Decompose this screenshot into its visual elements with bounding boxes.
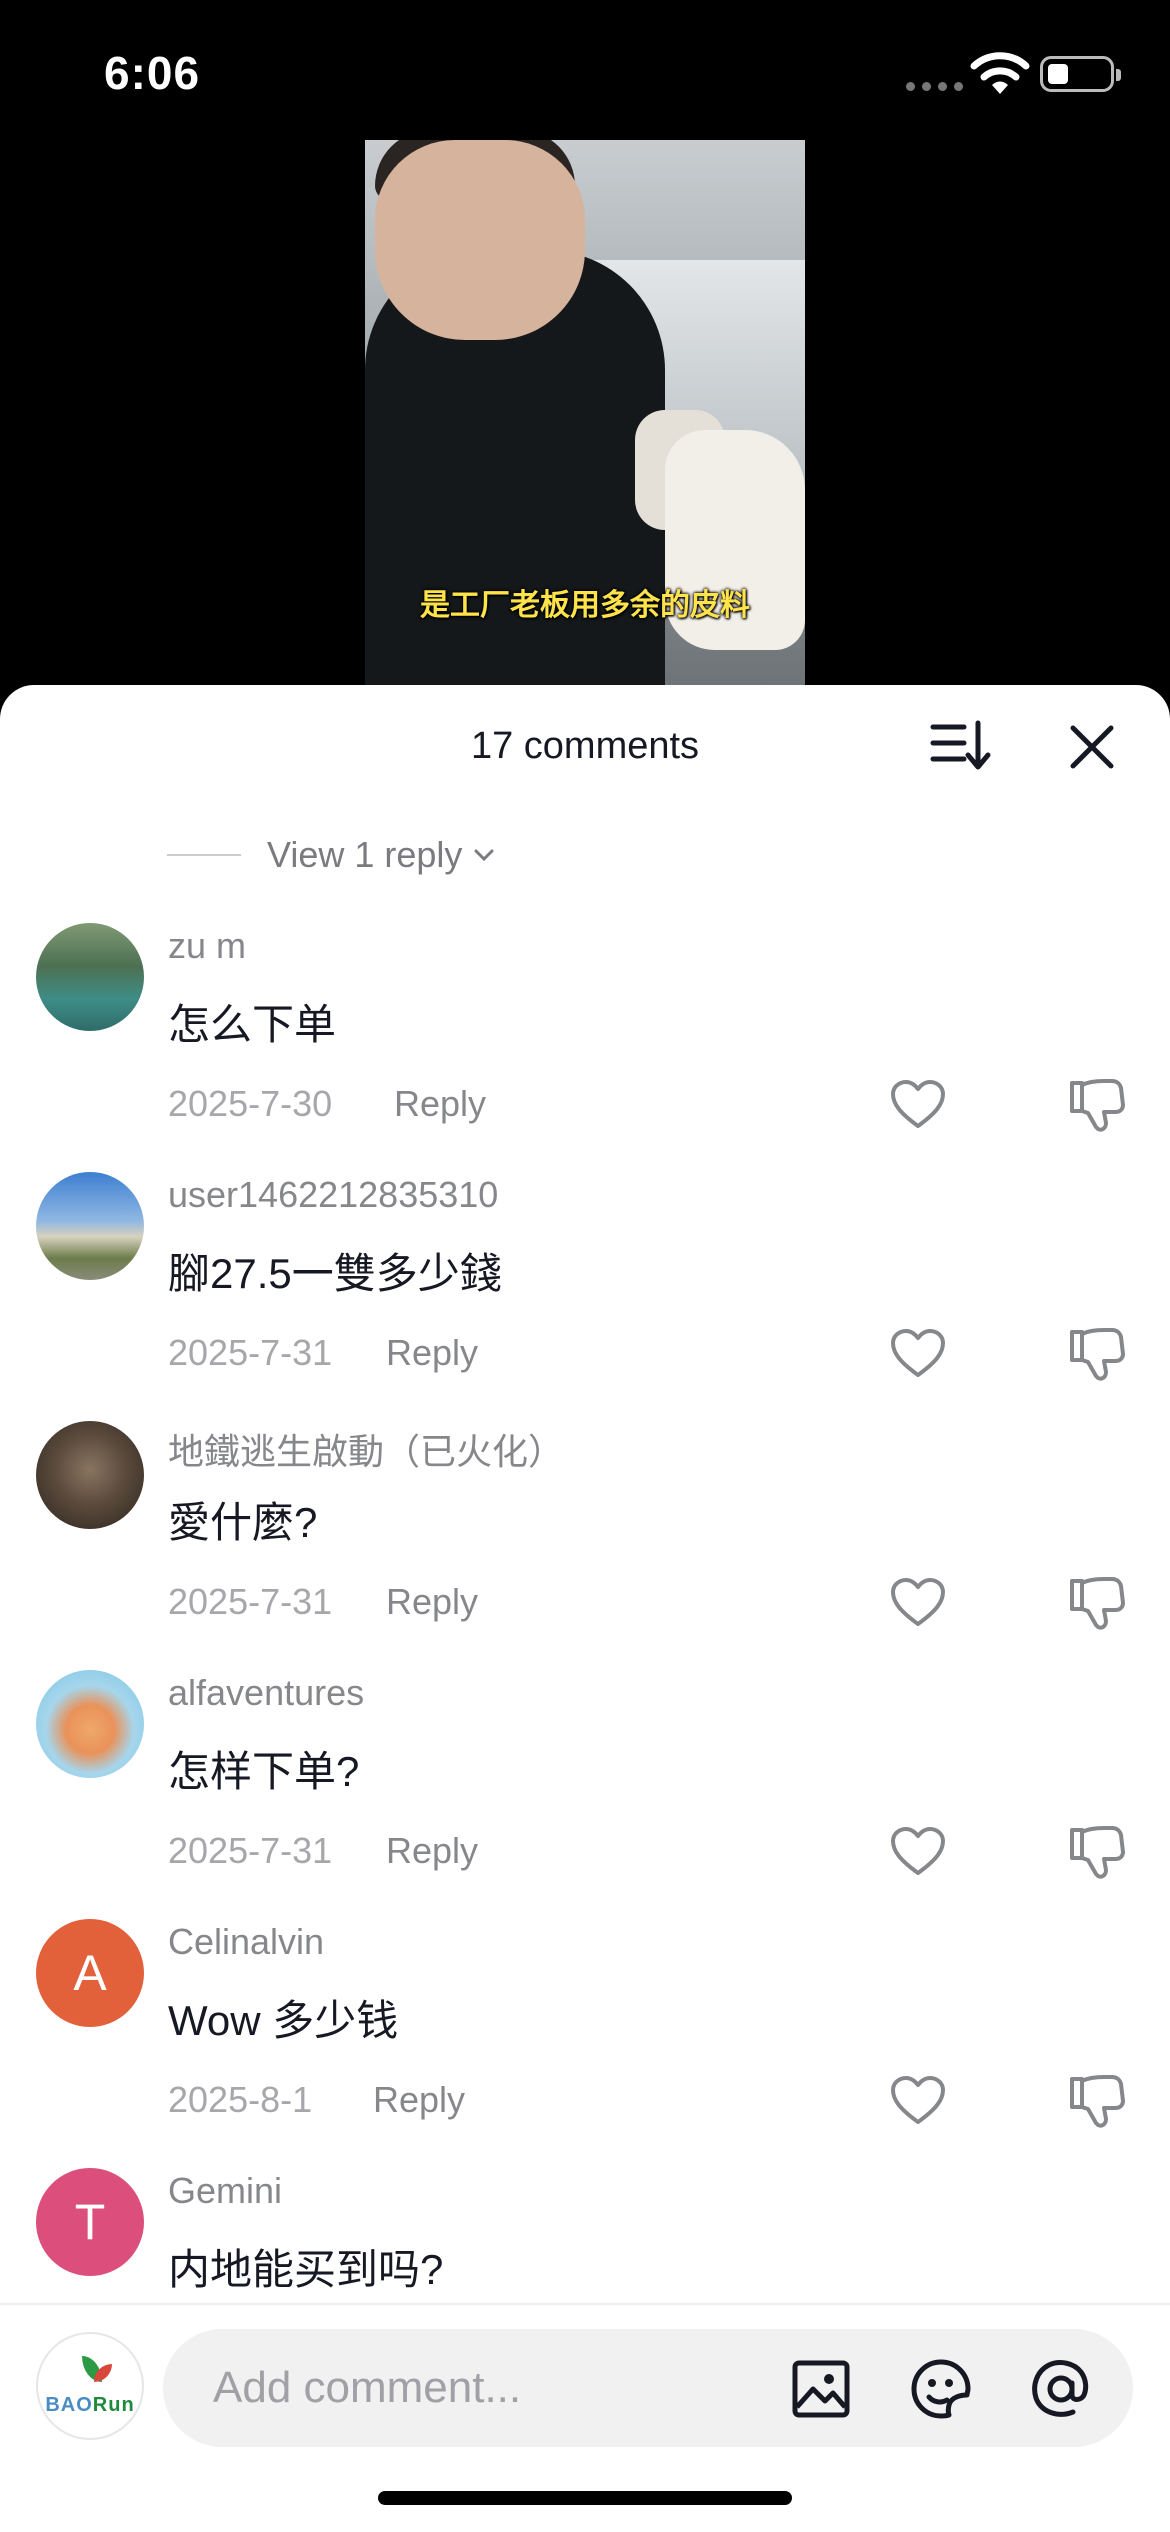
dislike-icon[interactable]	[1068, 1326, 1126, 1382]
avatar[interactable]: A	[36, 1919, 144, 2027]
comment-item: A Celinalvin Wow 多少钱 2025-8-1 Reply	[0, 1919, 1170, 2168]
avatar[interactable]	[36, 1172, 144, 1280]
avatar[interactable]: T	[36, 2168, 144, 2276]
dislike-icon[interactable]	[1068, 1575, 1126, 1631]
chevron-down-icon	[474, 849, 494, 862]
comments-count-title: 17 comments	[470, 725, 700, 767]
cellular-signal-icon	[906, 82, 963, 91]
dislike-icon[interactable]	[1068, 2073, 1126, 2129]
reply-button[interactable]: Reply	[394, 1083, 486, 1125]
comment-username[interactable]: alfaventures	[168, 1672, 364, 1714]
avatar[interactable]	[36, 1670, 144, 1778]
video-subtitle: 是工厂老板用多余的皮料	[420, 589, 750, 622]
comment-text: 腳27.5一雙多少錢	[168, 1250, 502, 1297]
comment-input[interactable]	[213, 2329, 753, 2447]
comment-username[interactable]: zu m	[168, 925, 246, 967]
reply-button[interactable]: Reply	[386, 1332, 478, 1374]
home-indicator[interactable]	[378, 2491, 792, 2505]
comment-username[interactable]: user1462212835310	[168, 1174, 498, 1216]
comment-username[interactable]: 地鐵逃生啟動（已火化）	[168, 1423, 564, 1475]
sort-icon[interactable]	[930, 715, 992, 775]
view-replies-button[interactable]: View 1 reply	[167, 825, 496, 885]
mention-icon[interactable]	[1029, 2357, 1093, 2421]
comments-sheet: 17 comments View 1 reply zu m 怎么下单 2025-…	[0, 685, 1170, 2532]
heart-icon[interactable]	[890, 1577, 946, 1629]
comment-text: 内地能买到吗?	[168, 2246, 444, 2293]
reply-button[interactable]: Reply	[386, 1581, 478, 1623]
heart-icon[interactable]	[890, 1079, 946, 1131]
status-time: 6:06	[104, 47, 201, 99]
heart-icon[interactable]	[890, 1328, 946, 1380]
comment-date: 2025-8-1	[168, 2079, 313, 2120]
comment-composer: BAORun	[0, 2303, 1170, 2532]
reply-button[interactable]: Reply	[386, 1830, 478, 1872]
heart-icon[interactable]	[890, 1826, 946, 1878]
comment-username[interactable]: Celinalvin	[168, 1921, 324, 1963]
comment-input-container[interactable]	[163, 2329, 1133, 2447]
dislike-icon[interactable]	[1068, 1824, 1126, 1880]
avatar[interactable]	[36, 923, 144, 1031]
heart-icon[interactable]	[890, 2075, 946, 2127]
comment-text: 怎么下单	[168, 1001, 337, 1048]
comment-item: 地鐵逃生啟動（已火化） 愛什麼? 2025-7-31 Reply	[0, 1421, 1170, 1670]
image-icon[interactable]	[789, 2357, 853, 2421]
comment-date: 2025-7-31	[168, 1581, 333, 1622]
close-icon[interactable]	[1065, 720, 1119, 774]
avatar[interactable]	[36, 1421, 144, 1529]
reply-button[interactable]: Reply	[373, 2079, 465, 2121]
comment-text: Wow 多少钱	[168, 1997, 399, 2044]
video-player[interactable]: 是工厂老板用多余的皮料	[365, 140, 805, 685]
current-user-avatar[interactable]: BAORun	[36, 2332, 144, 2440]
status-bar: 6:06	[0, 0, 1170, 140]
comment-text: 怎样下单?	[168, 1748, 360, 1795]
battery-icon	[1040, 56, 1121, 92]
comment-item: zu m 怎么下单 2025-7-30 Reply	[0, 923, 1170, 1172]
brand-logo-text: BAORun	[45, 2394, 135, 2416]
comment-date: 2025-7-31	[168, 1332, 333, 1373]
comment-item: T Gemini 内地能买到吗?	[0, 2168, 1170, 2302]
wifi-icon	[970, 52, 1030, 94]
sticker-icon[interactable]	[909, 2357, 973, 2421]
comment-text: 愛什麼?	[168, 1499, 318, 1546]
comment-date: 2025-7-31	[168, 1830, 333, 1871]
view-replies-label: View 1 reply	[267, 834, 463, 875]
comment-item: user1462212835310 腳27.5一雙多少錢 2025-7-31 R…	[0, 1172, 1170, 1421]
comments-header: 17 comments	[0, 685, 1170, 805]
comment-date: 2025-7-30	[168, 1083, 333, 1124]
dislike-icon[interactable]	[1068, 1077, 1126, 1133]
comment-item: alfaventures 怎样下单? 2025-7-31 Reply	[0, 1670, 1170, 1919]
comment-username[interactable]: Gemini	[168, 2170, 282, 2212]
divider	[167, 854, 241, 856]
